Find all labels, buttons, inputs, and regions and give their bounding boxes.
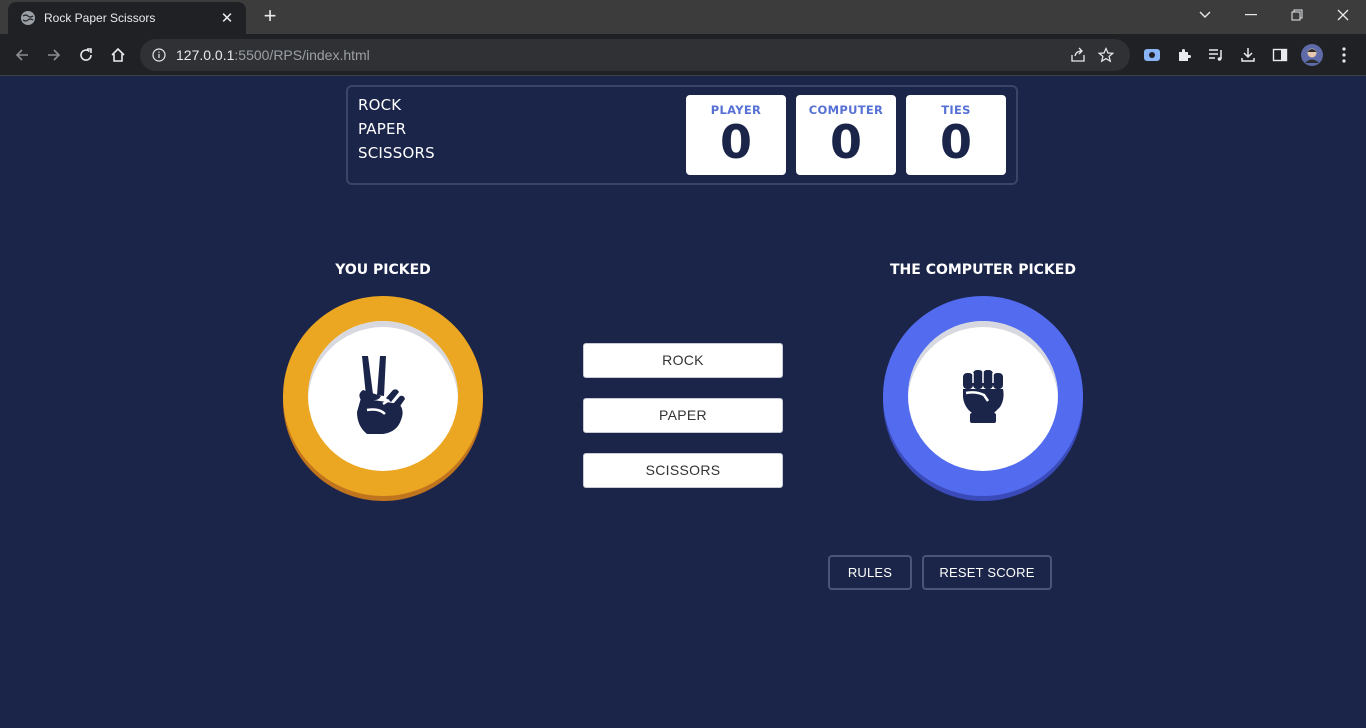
browser-toolbar: 127.0.0.1:5500/RPS/index.html <box>0 34 1366 76</box>
score-value: 0 <box>829 115 862 169</box>
url-text: 127.0.0.1:5500/RPS/index.html <box>176 47 1064 63</box>
bookmark-star-icon[interactable] <box>1092 41 1120 69</box>
rock-fist-icon <box>963 370 1004 423</box>
title-line-scissors: SCISSORS <box>358 144 435 162</box>
extensions-puzzle-icon[interactable] <box>1170 41 1198 69</box>
url-path: :5500/RPS/index.html <box>234 47 370 63</box>
forward-arrow-icon[interactable] <box>38 39 70 71</box>
game-title: ROCK PAPER SCISSORS <box>358 93 435 165</box>
you-picked-label: YOU PICKED <box>335 262 431 278</box>
download-icon[interactable] <box>1234 41 1262 69</box>
rock-button[interactable]: ROCK <box>583 343 783 378</box>
home-icon[interactable] <box>102 39 134 71</box>
tab-title: Rock Paper Scissors <box>44 11 156 25</box>
ties-score-card: TIES 0 <box>906 95 1006 175</box>
back-arrow-icon[interactable] <box>6 39 38 71</box>
computer-score-card: COMPUTER 0 <box>796 95 896 175</box>
paper-button[interactable]: PAPER <box>583 398 783 433</box>
computer-choice-face <box>908 321 1058 471</box>
player-choice-face <box>308 321 458 471</box>
tab-close-icon[interactable]: ✕ <box>218 9 236 27</box>
player-choice-token <box>283 296 483 496</box>
reset-score-button[interactable]: RESET SCORE <box>922 555 1052 590</box>
scissors-hand-icon <box>357 356 405 434</box>
game-page: ROCK PAPER SCISSORS PLAYER 0 COMPUTER 0 … <box>0 77 1366 728</box>
site-info-icon[interactable] <box>150 46 168 64</box>
browser-tab[interactable]: Rock Paper Scissors ✕ <box>8 2 246 34</box>
scissors-button[interactable]: SCISSORS <box>583 453 783 488</box>
player-score-card: PLAYER 0 <box>686 95 786 175</box>
computer-choice-token <box>883 296 1083 496</box>
title-line-rock: ROCK <box>358 96 402 114</box>
profile-avatar[interactable] <box>1298 41 1326 69</box>
restore-icon[interactable] <box>1274 0 1320 30</box>
share-icon[interactable] <box>1064 41 1092 69</box>
score-value: 0 <box>939 115 972 169</box>
reload-icon[interactable] <box>70 39 102 71</box>
globe-icon <box>20 10 36 26</box>
browser-tab-bar: Rock Paper Scissors ✕ + <box>0 0 1366 34</box>
minimize-icon[interactable] <box>1228 0 1274 30</box>
computer-picked-label: THE COMPUTER PICKED <box>890 262 1076 278</box>
url-host: 127.0.0.1 <box>176 47 235 63</box>
score-value: 0 <box>719 115 752 169</box>
new-tab-button[interactable]: + <box>258 5 282 29</box>
address-bar[interactable]: 127.0.0.1:5500/RPS/index.html <box>140 39 1130 71</box>
browser-menu-icon[interactable] <box>1330 41 1358 69</box>
title-line-paper: PAPER <box>358 120 407 138</box>
scoreboard-header: ROCK PAPER SCISSORS PLAYER 0 COMPUTER 0 … <box>346 85 1018 185</box>
side-panel-icon[interactable] <box>1266 41 1294 69</box>
close-window-icon[interactable] <box>1320 0 1366 30</box>
screen-capture-extension-icon[interactable] <box>1138 41 1166 69</box>
media-queue-icon[interactable] <box>1202 41 1230 69</box>
tab-search-icon[interactable] <box>1182 0 1228 30</box>
rules-button[interactable]: RULES <box>828 555 912 590</box>
